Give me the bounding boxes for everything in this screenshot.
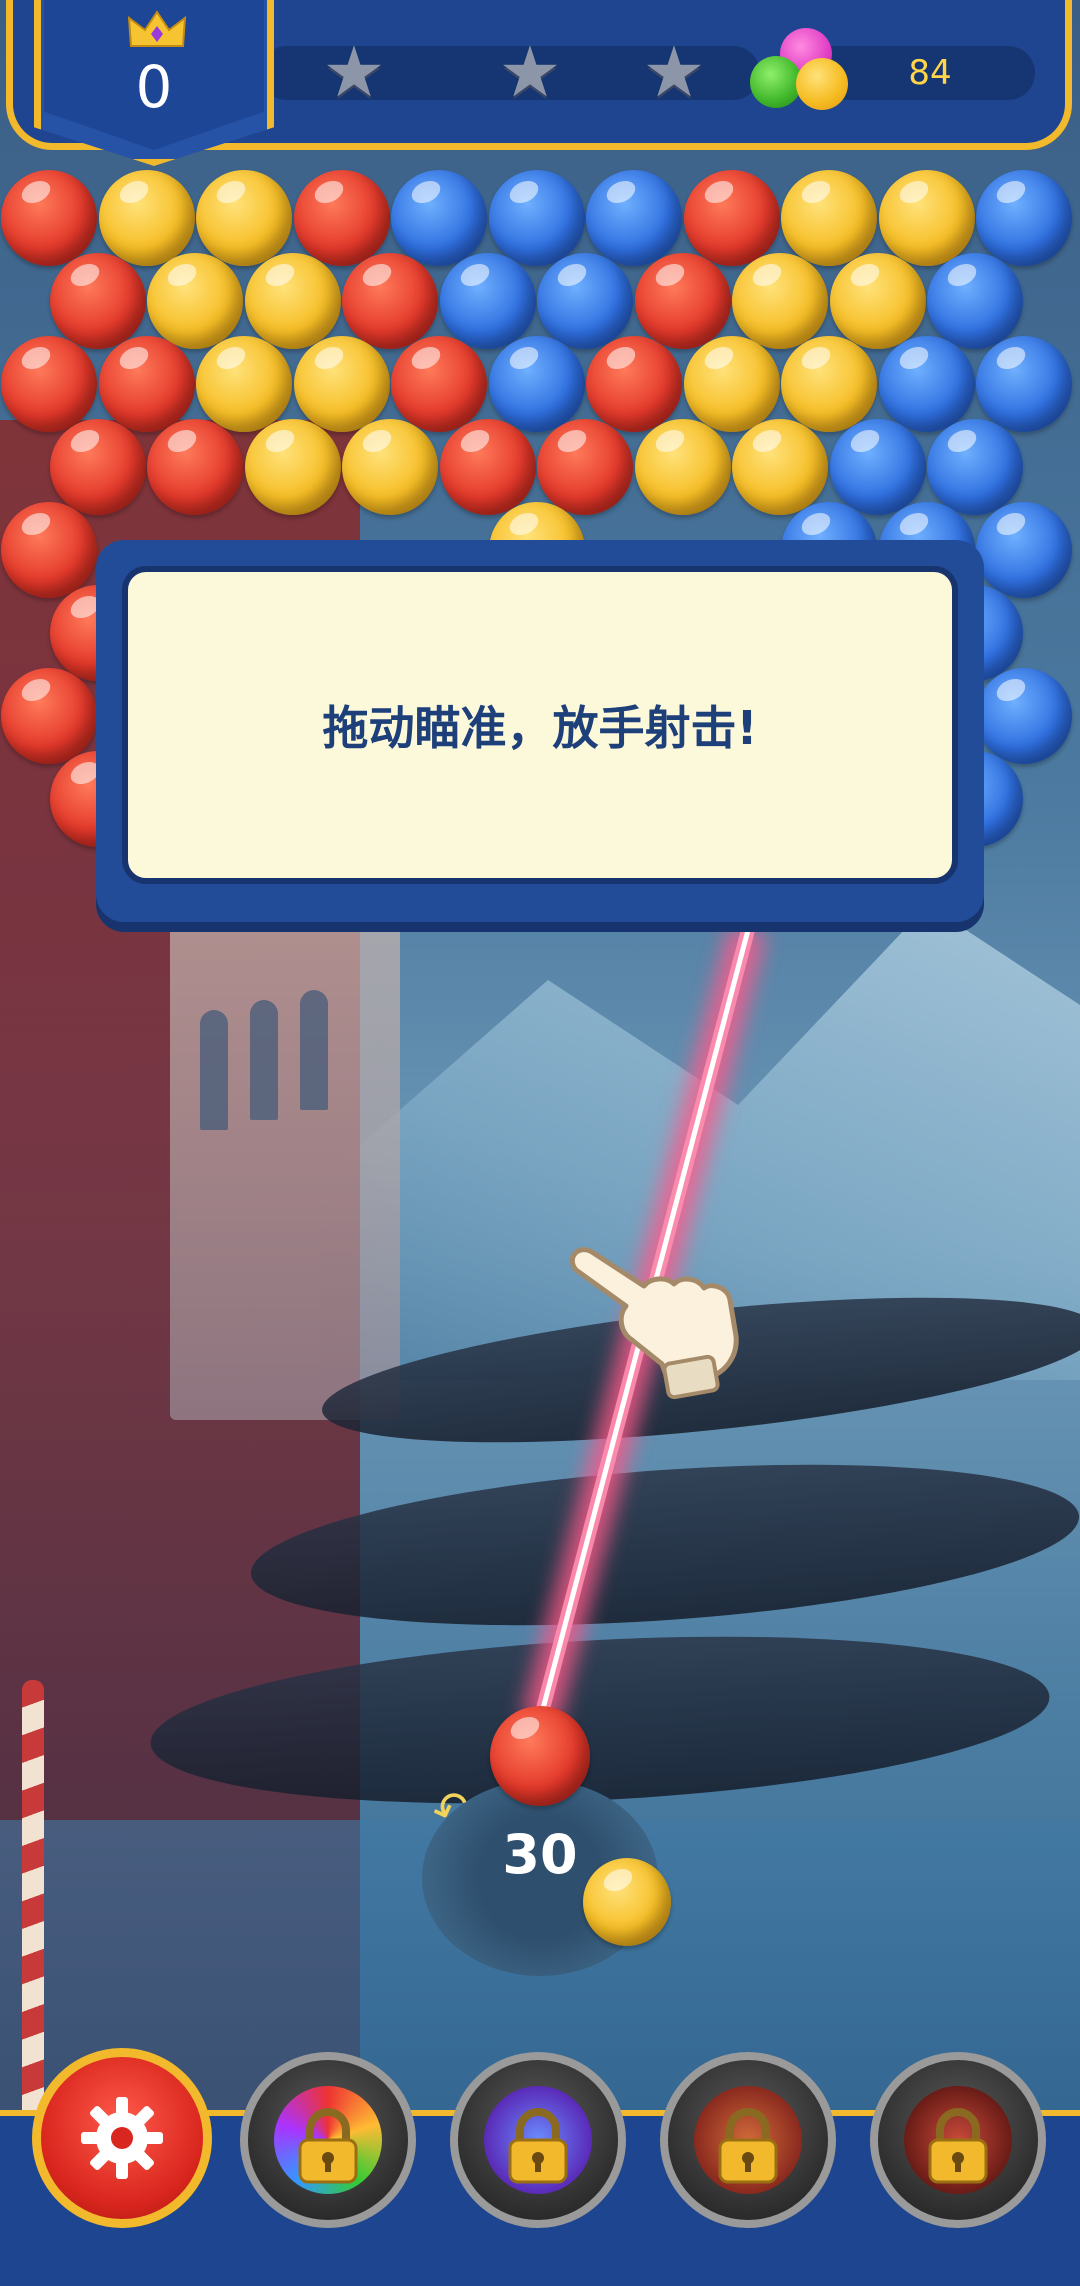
lock-icon <box>718 2108 778 2184</box>
tutorial-panel: 拖动瞄准，放手射击! <box>122 566 958 884</box>
star-icon: ★ <box>322 31 386 113</box>
window <box>250 1000 278 1120</box>
color-balls-icon <box>750 28 860 118</box>
bubble <box>342 419 439 515</box>
bubble <box>537 419 634 515</box>
bubble <box>244 253 341 349</box>
rainbow-booster-button[interactable] <box>240 2052 416 2228</box>
window <box>300 990 328 1110</box>
bubble <box>976 668 1072 764</box>
bubble <box>732 253 829 349</box>
crown-icon <box>127 10 187 47</box>
bubble <box>586 170 682 266</box>
bubble <box>927 419 1024 515</box>
bubble <box>634 253 731 349</box>
lock-icon <box>508 2108 568 2184</box>
bubble <box>49 419 146 515</box>
bubble <box>683 336 780 432</box>
bubble <box>147 419 244 515</box>
bubble <box>391 170 487 266</box>
bubble <box>147 253 244 349</box>
bubble <box>439 419 536 515</box>
bubble <box>49 253 146 349</box>
bubble <box>927 253 1024 349</box>
bubble <box>1 668 97 764</box>
bubble <box>683 170 780 266</box>
tutorial-dialog[interactable]: 拖动瞄准，放手射击! <box>96 540 984 922</box>
bubble <box>391 336 487 432</box>
bubble <box>976 170 1072 266</box>
fire-booster-button[interactable] <box>870 2052 1046 2228</box>
lock-icon <box>298 2108 358 2184</box>
bubble <box>488 336 585 432</box>
bubble <box>196 170 292 266</box>
bubble <box>196 336 292 432</box>
bubble <box>98 336 195 432</box>
bubble <box>1 502 97 598</box>
bubble <box>976 336 1072 432</box>
color-booster-button[interactable] <box>450 2052 626 2228</box>
tutorial-message: 拖动瞄准，放手射击! <box>322 701 758 755</box>
bubble <box>439 253 536 349</box>
bubble <box>342 253 439 349</box>
bubble <box>537 253 634 349</box>
coin-count: 84 <box>908 53 952 93</box>
bubble <box>634 419 731 515</box>
bubble <box>244 419 341 515</box>
top-hud: ★ ★ ★ 84 0 <box>0 0 1080 166</box>
window <box>200 1010 228 1130</box>
star-icon: ★ <box>498 31 562 113</box>
bubble <box>976 502 1072 598</box>
score-value: 0 <box>135 53 173 121</box>
settings-button[interactable] <box>32 2048 212 2228</box>
bubble <box>1 336 97 432</box>
bomb-booster-button[interactable] <box>660 2052 836 2228</box>
current-bubble[interactable] <box>490 1706 590 1806</box>
bubble <box>829 419 926 515</box>
bubble <box>98 170 195 266</box>
bubble <box>586 336 682 432</box>
gear-icon <box>81 2097 163 2179</box>
bubble <box>781 170 877 266</box>
bubble <box>878 170 975 266</box>
lock-icon <box>928 2108 988 2184</box>
bubble <box>293 170 390 266</box>
pointing-hand-icon <box>569 1247 739 1400</box>
bubble <box>732 419 829 515</box>
bubble <box>878 336 975 432</box>
pale-building <box>170 900 400 1420</box>
bubble <box>781 336 877 432</box>
star-icon: ★ <box>642 31 706 113</box>
bubble <box>293 336 390 432</box>
bubble <box>1 170 97 266</box>
bubble <box>488 170 585 266</box>
bubble <box>829 253 926 349</box>
next-bubble[interactable] <box>583 1858 671 1946</box>
